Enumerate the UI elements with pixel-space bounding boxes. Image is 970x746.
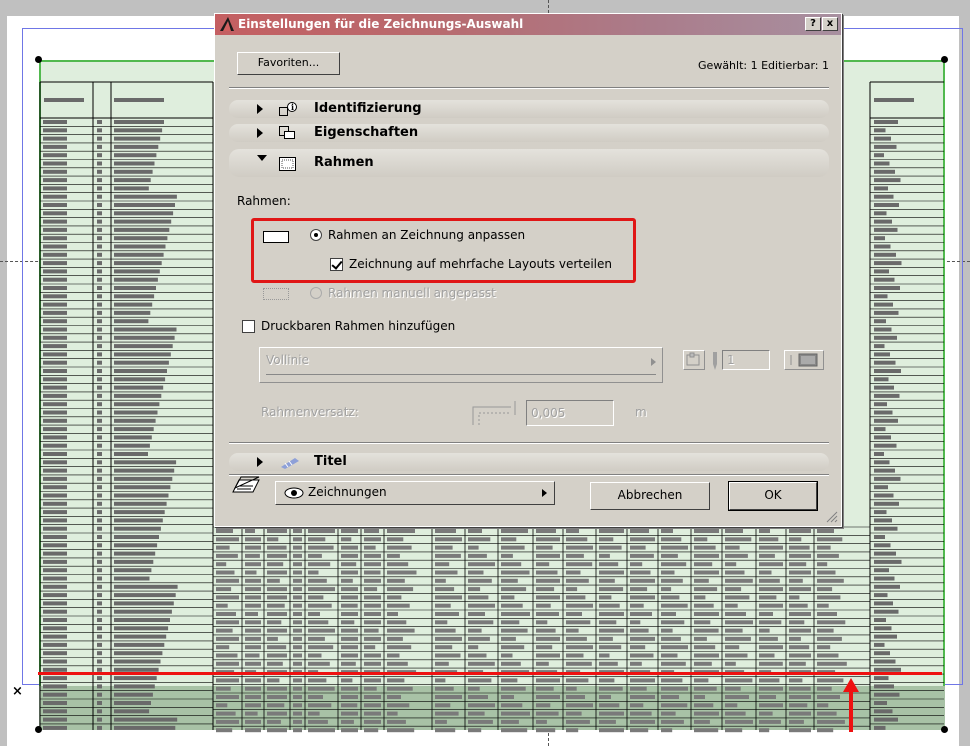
- offset-diagram-icon: [472, 401, 516, 425]
- view-selector-label: Zeichnungen: [308, 485, 387, 499]
- id-info-icon: i: [279, 102, 297, 116]
- divider: [229, 87, 829, 89]
- selection-handle-bottom-left[interactable]: [35, 726, 42, 733]
- view-selector-button[interactable]: Zeichnungen: [275, 481, 555, 505]
- favorites-button[interactable]: Favoriten...: [237, 52, 340, 75]
- svg-text:i: i: [291, 102, 294, 112]
- drawing-selection-settings-dialog: Einstellungen für die Zeichnungs-Auswahl…: [214, 13, 842, 527]
- frame-icon: [279, 157, 296, 171]
- up-arrow-icon: [843, 678, 859, 732]
- expand-arrow-icon[interactable]: [257, 128, 263, 138]
- section-label: Eigenschaften: [314, 125, 419, 140]
- selection-count-label: Gewählt: 1 Editierbar: 1: [698, 59, 829, 72]
- help-button[interactable]: ?: [805, 17, 821, 31]
- section-titel[interactable]: Titel: [229, 453, 829, 471]
- archicad-logo-icon: [220, 17, 234, 31]
- pen-settings-icon: [686, 352, 700, 366]
- expand-arrow-icon[interactable]: [257, 104, 263, 114]
- section-label: Identifizierung: [314, 101, 422, 116]
- frame-offset-label: Rahmenversatz:: [261, 405, 359, 419]
- fit-frame-symbol-icon: [263, 231, 289, 243]
- selection-handle-bottom-right[interactable]: [941, 726, 948, 733]
- collapse-arrow-icon[interactable]: [257, 155, 267, 161]
- section-identifizierung[interactable]: i Identifizierung: [229, 100, 829, 118]
- chevron-right-icon: [651, 358, 656, 366]
- line-type-selector[interactable]: Vollinie: [259, 347, 663, 383]
- ok-button[interactable]: OK: [728, 481, 818, 511]
- pen-number-input[interactable]: 1: [722, 350, 770, 370]
- section-label: Titel: [314, 454, 347, 469]
- close-button[interactable]: x: [822, 17, 838, 31]
- cancel-button[interactable]: Abbrechen: [590, 482, 710, 510]
- radio-fit-frame-label: Rahmen an Zeichnung anpassen: [328, 228, 526, 242]
- radio-manual-frame-label: Rahmen manuell angepasst: [328, 286, 496, 300]
- origin-cross-icon: ×: [12, 684, 23, 699]
- radio-fit-frame[interactable]: [310, 229, 322, 241]
- selection-handle-top-left[interactable]: [35, 56, 42, 63]
- selection-handle-top-right[interactable]: [941, 56, 948, 63]
- fill-pattern-button[interactable]: [784, 350, 824, 370]
- checkbox-printable-frame-label: Druckbaren Rahmen hinzufügen: [261, 319, 456, 333]
- frame-offset-unit: m: [635, 405, 647, 419]
- frame-heading: Rahmen:: [237, 194, 291, 208]
- properties-icon: [279, 126, 295, 139]
- line-preview: [266, 374, 656, 375]
- radio-manual-frame[interactable]: [310, 287, 322, 299]
- layout-break-line-annotation: [38, 672, 942, 675]
- section-rahmen[interactable]: Rahmen: [229, 149, 829, 177]
- dialog-titlebar[interactable]: Einstellungen für die Zeichnungs-Auswahl…: [215, 14, 841, 35]
- drawings-stack-icon: [232, 476, 260, 493]
- divider: [229, 474, 829, 476]
- resize-grip-icon[interactable]: [826, 511, 838, 523]
- frame-offset-value: 0,005: [531, 406, 566, 420]
- section-label: Rahmen: [314, 155, 374, 170]
- checkbox-printable-frame[interactable]: [242, 320, 255, 333]
- checkbox-distribute-layouts-label: Zeichnung auf mehrfache Layouts verteile…: [349, 257, 612, 271]
- pen-picker-button[interactable]: [683, 350, 705, 370]
- chevron-right-icon: [542, 489, 547, 497]
- checkbox-distribute-layouts[interactable]: [330, 258, 343, 271]
- eye-icon: [284, 487, 304, 499]
- pen-number-value: 1: [727, 353, 735, 367]
- expand-arrow-icon[interactable]: [257, 457, 263, 467]
- divider: [229, 442, 829, 444]
- dialog-title: Einstellungen für die Zeichnungs-Auswahl: [238, 17, 524, 31]
- pattern-swatch-icon: [790, 353, 818, 367]
- pen-icon: [713, 352, 717, 370]
- line-type-value: Vollinie: [266, 353, 309, 367]
- frame-offset-input[interactable]: 0,005: [526, 400, 614, 426]
- manual-frame-symbol-icon: [263, 288, 289, 300]
- section-eigenschaften[interactable]: Eigenschaften: [229, 124, 829, 142]
- title-pen-icon: [281, 458, 299, 469]
